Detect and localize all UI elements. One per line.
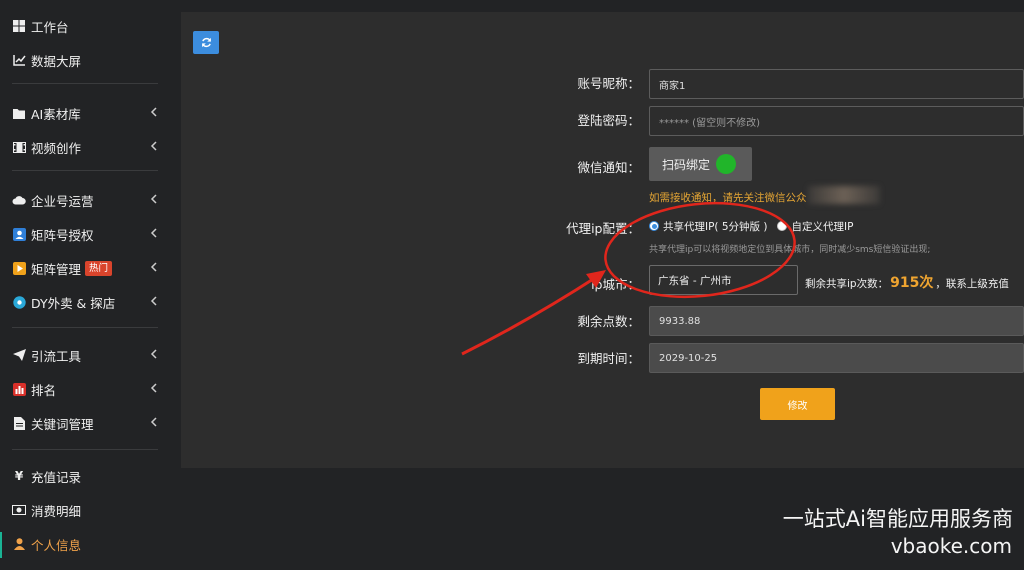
submit-button[interactable]: 修改 xyxy=(760,388,835,420)
sidebar-item-enterprise[interactable]: 企业号运营 xyxy=(0,185,170,215)
line-chart-icon xyxy=(12,53,26,67)
password-label: 登陆密码： xyxy=(577,113,640,128)
sidebar-item-keywords[interactable]: 关键词管理 xyxy=(0,408,170,438)
cloud-icon xyxy=(12,193,26,207)
sidebar-item-data-screen[interactable]: 数据大屏 xyxy=(0,45,170,75)
radio-checked-icon[interactable] xyxy=(649,221,659,231)
password-input[interactable]: ****** (留空则不修改) xyxy=(649,106,1024,136)
paper-plane-icon xyxy=(12,348,26,362)
chevron-left-icon xyxy=(150,383,157,393)
scan-bind-button[interactable]: 扫码绑定 xyxy=(649,147,752,181)
bar-chart-icon xyxy=(12,382,26,396)
chevron-left-icon xyxy=(150,107,157,117)
sidebar-item-workbench[interactable]: 工作台 xyxy=(0,11,170,41)
refresh-icon xyxy=(201,37,211,48)
folder-icon xyxy=(12,106,26,120)
nickname-label: 账号昵称： xyxy=(577,76,640,91)
nickname-input[interactable]: 商家1 xyxy=(649,69,1024,99)
city-select[interactable]: 广东省 - 广州市 xyxy=(649,265,798,295)
proxy-label: 代理ip配置： xyxy=(566,221,640,236)
video-badge-icon xyxy=(12,261,26,275)
wechat-status-icon xyxy=(716,154,737,174)
proxy-option-label: 共享代理IP( 5分钟版 ) xyxy=(663,220,768,233)
sidebar-item-traffic-tools[interactable]: 引流工具 xyxy=(0,340,170,370)
remain-prefix: 剩余共享ip次数： xyxy=(805,278,889,290)
sidebar-item-label: AI素材库 xyxy=(31,106,81,122)
disc-icon xyxy=(12,295,26,309)
chevron-left-icon xyxy=(150,141,157,151)
chevron-left-icon xyxy=(150,349,157,359)
sidebar-item-label: 引流工具 xyxy=(31,348,82,364)
film-icon xyxy=(12,140,26,154)
proxy-option-custom[interactable]: 自定义代理IP xyxy=(777,219,853,234)
sidebar-item-label: 消费明细 xyxy=(31,503,82,519)
sidebar-item-video-creation[interactable]: 视频创作 xyxy=(0,132,170,162)
sidebar-item-label: 矩阵号授权 xyxy=(31,227,94,243)
sidebar-item-label: 数据大屏 xyxy=(31,53,82,69)
sidebar-item-label: 视频创作 xyxy=(31,140,82,156)
remain-suffix: ，联系上级充值 xyxy=(935,278,1009,290)
proxy-radio-group: 共享代理IP( 5分钟版 ) 自定义代理IP xyxy=(649,218,863,234)
sidebar-item-label: 矩阵管理 xyxy=(31,261,82,277)
expire-field: 2029-10-25 xyxy=(649,343,1024,373)
sidebar-item-profile[interactable]: 个人信息 xyxy=(0,529,170,559)
watermark-domain: vbaoke.com xyxy=(890,534,1012,558)
sidebar-item-matrix-manage[interactable]: 矩阵管理 热门 xyxy=(0,253,170,283)
city-label: ip城市： xyxy=(591,277,640,292)
sidebar-item-label: 充值记录 xyxy=(31,469,82,485)
wechat-label: 微信通知： xyxy=(577,160,640,175)
chevron-left-icon xyxy=(150,262,157,272)
points-field: 9933.88 xyxy=(649,306,1024,336)
user-badge-icon xyxy=(12,227,26,241)
remain-value: 915次 xyxy=(890,275,934,291)
sidebar-item-label: 个人信息 xyxy=(31,537,82,553)
scan-bind-label: 扫码绑定 xyxy=(662,157,711,172)
remaining-ip-count: 剩余共享ip次数： 915次 ，联系上级充值 xyxy=(805,272,1009,292)
sidebar-item-consumption[interactable]: 消费明细 xyxy=(0,495,170,525)
hot-badge: 热门 xyxy=(85,260,113,276)
chevron-left-icon xyxy=(150,296,157,306)
document-icon xyxy=(12,416,26,430)
blurred-region xyxy=(808,186,880,204)
user-icon xyxy=(12,537,26,551)
chevron-left-icon xyxy=(150,417,157,427)
expire-label: 到期时间： xyxy=(577,351,640,366)
sidebar-divider xyxy=(12,170,158,171)
sidebar-item-recharge[interactable]: ¥ 充值记录 xyxy=(0,461,170,491)
refresh-button[interactable] xyxy=(193,31,219,54)
radio-unchecked-icon[interactable] xyxy=(777,221,788,231)
money-icon xyxy=(12,503,26,517)
points-label: 剩余点数： xyxy=(577,314,640,329)
windows-icon xyxy=(12,19,26,33)
proxy-option-shared[interactable]: 共享代理IP( 5分钟版 ) xyxy=(649,219,767,234)
sidebar: 工作台 数据大屏 AI素材库 视频创作 企业号运营 矩阵号授权 矩阵管理 热门 … xyxy=(0,0,170,570)
sidebar-item-ranking[interactable]: 排名 xyxy=(0,374,170,404)
sidebar-divider xyxy=(12,83,158,84)
sidebar-item-label: DY外卖 & 探店 xyxy=(31,295,116,311)
watermark-slogan: 一站式Ai智能应用服务商 xyxy=(782,507,1013,531)
yen-icon: ¥ xyxy=(14,469,24,483)
sidebar-divider xyxy=(12,327,158,328)
chevron-left-icon xyxy=(150,194,157,204)
proxy-hint: 共享代理ip可以将视频地定位到具体城市，同时减少sms短信验证出现; xyxy=(649,245,931,255)
sidebar-divider xyxy=(12,449,158,450)
sidebar-item-dy-takeout[interactable]: DY外卖 & 探店 xyxy=(0,287,170,317)
sidebar-item-matrix-auth[interactable]: 矩阵号授权 xyxy=(0,219,170,249)
proxy-option-label: 自定义代理IP xyxy=(791,220,854,233)
sidebar-item-label: 排名 xyxy=(31,382,57,398)
sidebar-item-label: 工作台 xyxy=(31,19,69,35)
chevron-left-icon xyxy=(150,228,157,238)
wechat-notice: 如需接收通知，请先关注微信公众 xyxy=(649,192,807,204)
sidebar-item-label: 企业号运营 xyxy=(31,193,94,209)
sidebar-item-ai-library[interactable]: AI素材库 xyxy=(0,98,170,128)
sidebar-item-label: 关键词管理 xyxy=(31,416,94,432)
